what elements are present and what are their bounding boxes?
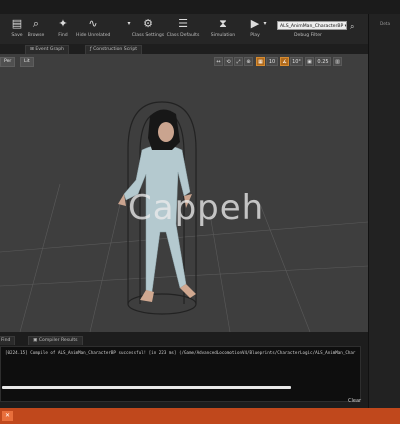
play-options-button[interactable]: ▾ xyxy=(258,16,272,42)
class-defaults-button[interactable]: ☰ Class Defaults xyxy=(166,16,200,42)
title-strip xyxy=(0,0,400,14)
search-icon[interactable]: ⌕ xyxy=(350,22,354,32)
grid-snap-value[interactable]: 10 xyxy=(266,57,278,66)
lit-mode-button[interactable]: Lit xyxy=(20,57,34,67)
details-panel-label: Deta xyxy=(380,21,391,26)
bottom-tab-bar: Find ▣ Compiler Results xyxy=(0,334,368,345)
perspective-button[interactable]: Per xyxy=(0,57,16,67)
blueprint-toolbar: ▤ Save ⌕ Browse ✦ Find ∿ Hide Unrelated … xyxy=(0,14,368,45)
scale-snap-value[interactable]: 0.25 xyxy=(315,57,331,66)
details-panel: Deta xyxy=(368,14,400,408)
debug-filter-label: Debug Filter xyxy=(294,33,322,38)
app-taskbar-icon[interactable]: ✕ xyxy=(2,411,13,421)
hide-unrelated-button[interactable]: ∿ Hide Unrelated xyxy=(76,16,110,42)
tab-find[interactable]: Find xyxy=(0,336,16,345)
clear-button[interactable]: Clear xyxy=(348,398,361,404)
scale-tool[interactable]: ⤢ xyxy=(234,57,243,66)
compiler-log[interactable]: [0224.15] Compile of ALS_AnimMan_Charact… xyxy=(0,346,361,402)
class-defaults-icon: ☰ xyxy=(178,17,188,30)
rotation-snap-toggle[interactable]: ∡ xyxy=(280,57,289,66)
rotate-tool[interactable]: ⟲ xyxy=(224,57,233,66)
tab-compiler-results[interactable]: ▣ Compiler Results xyxy=(28,336,83,345)
browse-icon: ⌕ xyxy=(32,17,40,30)
class-settings-button[interactable]: ⚙ Class Settings xyxy=(131,16,165,42)
watermark-text: Cappeh xyxy=(128,188,265,228)
camera-speed-button[interactable]: ▥ xyxy=(333,57,342,66)
debug-filter-select[interactable]: ALS_AnimMan_CharacterBP ▾ xyxy=(277,21,347,30)
hide-unrelated-icon: ∿ xyxy=(88,17,98,30)
translate-tool[interactable]: ↔ xyxy=(214,57,223,66)
taskbar: ✕ xyxy=(0,408,400,424)
find-button[interactable]: ✦ Find xyxy=(46,16,80,42)
world-local-toggle[interactable]: ⊕ xyxy=(244,57,253,66)
bottom-panel: Find ▣ Compiler Results [0224.15] Compil… xyxy=(0,332,368,408)
rotation-snap-value[interactable]: 10° xyxy=(290,57,303,66)
scale-snap-toggle[interactable]: ▣ xyxy=(305,57,314,66)
simulation-button[interactable]: ⧗ Simulation xyxy=(206,16,240,42)
tab-construction-script[interactable]: ƒ Construction Script xyxy=(85,45,143,54)
grid-snap-toggle[interactable]: ▦ xyxy=(256,57,265,66)
chevron-down-icon: ▾ xyxy=(263,20,267,27)
find-icon: ✦ xyxy=(58,17,68,30)
class-settings-icon: ⚙ xyxy=(143,17,153,30)
tab-event-graph[interactable]: ⊞ Event Graph xyxy=(25,45,70,54)
log-line: [0224.15] Compile of ALS_AnimMan_Charact… xyxy=(5,350,356,355)
log-horizontal-scrollbar[interactable] xyxy=(2,386,291,389)
simulation-icon: ⧗ xyxy=(219,17,227,30)
